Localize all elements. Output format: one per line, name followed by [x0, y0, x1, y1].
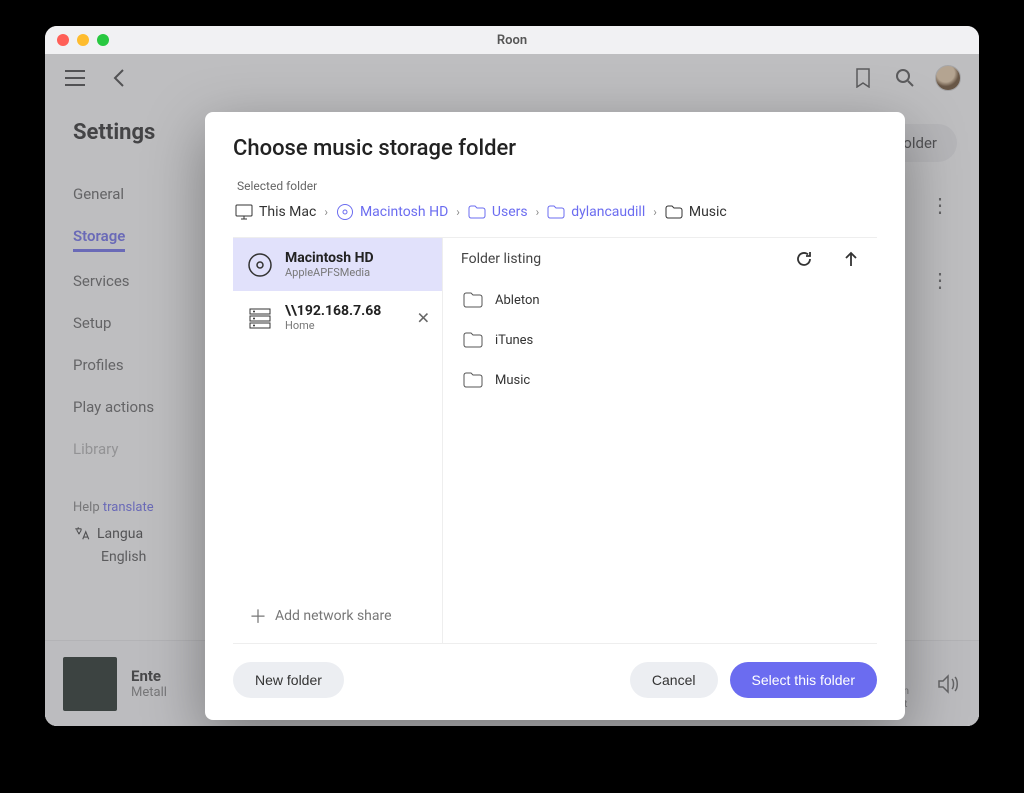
drive-subtitle: Home — [285, 319, 381, 332]
choose-folder-modal: Choose music storage folder Selected fol… — [205, 112, 905, 720]
plus-icon: ＋ — [249, 603, 267, 629]
chevron-right-icon: › — [536, 205, 540, 219]
folder-icon — [665, 205, 683, 219]
drive-network[interactable]: \\192.168.7.68 Home ✕ — [233, 291, 442, 344]
crumb-dylancaudill[interactable]: dylancaudill — [547, 204, 645, 220]
disk-icon — [336, 203, 354, 221]
folder-row[interactable]: iTunes — [443, 320, 877, 360]
folder-row[interactable]: Ableton — [443, 280, 877, 320]
up-folder-icon[interactable] — [843, 250, 859, 268]
nas-icon — [247, 305, 273, 331]
app-window: Roon Settings General Storage Services S… — [45, 26, 979, 726]
monitor-icon — [235, 204, 253, 220]
drive-name: \\192.168.7.68 — [285, 303, 381, 319]
listing-title: Folder listing — [461, 251, 783, 267]
folder-name: iTunes — [495, 333, 533, 348]
folder-icon — [463, 372, 483, 388]
folder-name: Ableton — [495, 293, 540, 308]
folder-row[interactable]: Music — [443, 360, 877, 400]
folder-icon — [463, 292, 483, 308]
crumb-users[interactable]: Users — [468, 204, 528, 220]
drive-subtitle: AppleAPFSMedia — [285, 266, 374, 279]
chevron-right-icon: › — [324, 205, 328, 219]
window-title: Roon — [45, 33, 979, 48]
disk-icon — [247, 252, 273, 278]
drives-list: Macintosh HD AppleAPFSMedia \\192.168.7.… — [233, 238, 443, 643]
modal-footer: New folder Cancel Select this folder — [233, 644, 877, 698]
chevron-right-icon: › — [456, 205, 460, 219]
new-folder-button[interactable]: New folder — [233, 662, 344, 698]
folder-icon — [547, 205, 565, 219]
crumb-this-mac[interactable]: This Mac — [235, 204, 316, 220]
add-network-share-button[interactable]: ＋ Add network share — [233, 589, 442, 643]
refresh-icon[interactable] — [795, 250, 813, 268]
select-folder-button[interactable]: Select this folder — [730, 662, 878, 698]
breadcrumb: This Mac › Macintosh HD › Users › dylanc… — [233, 203, 877, 221]
titlebar: Roon — [45, 26, 979, 54]
folder-listing: Folder listing Ableton iTunes — [443, 238, 877, 643]
folder-icon — [463, 332, 483, 348]
selected-folder-label: Selected folder — [233, 179, 877, 193]
crumb-macintosh-hd[interactable]: Macintosh HD — [336, 203, 448, 221]
modal-title: Choose music storage folder — [233, 136, 877, 161]
remove-drive-icon[interactable]: ✕ — [417, 308, 430, 327]
cancel-button[interactable]: Cancel — [630, 662, 718, 698]
crumb-music: Music — [665, 204, 727, 220]
folder-icon — [468, 205, 486, 219]
drive-name: Macintosh HD — [285, 250, 374, 266]
chevron-right-icon: › — [653, 205, 657, 219]
folder-name: Music — [495, 373, 530, 388]
drive-macintosh-hd[interactable]: Macintosh HD AppleAPFSMedia — [233, 238, 442, 291]
